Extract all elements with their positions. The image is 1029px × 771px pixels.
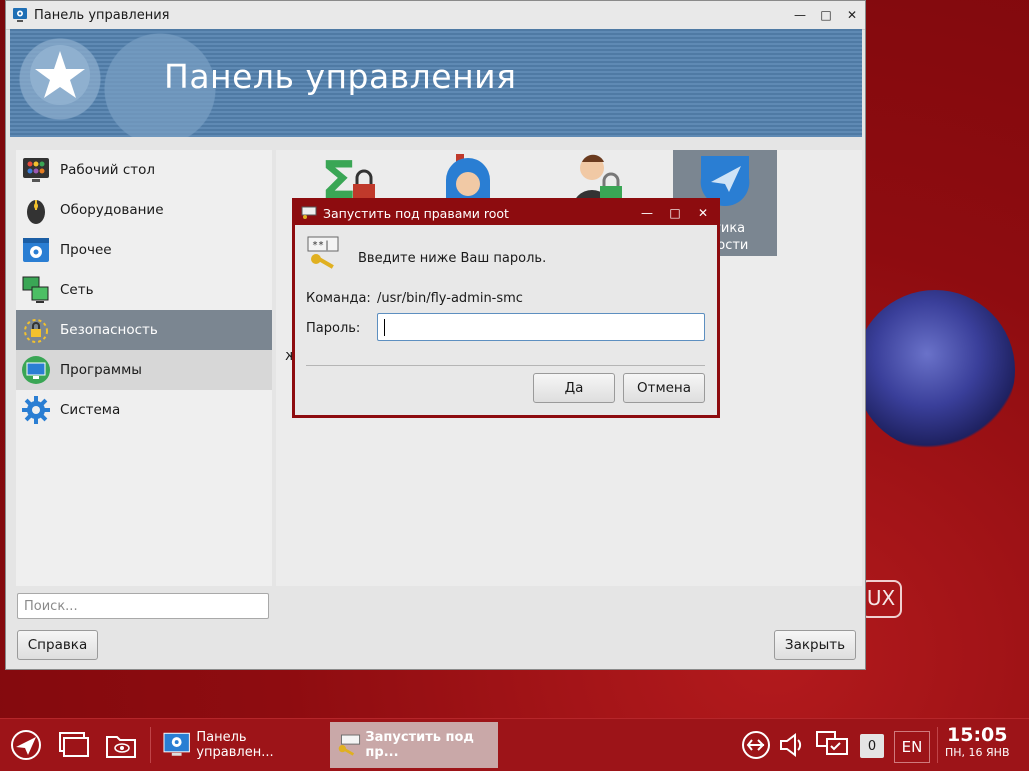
dialog-title: Запустить под правами root bbox=[323, 205, 509, 221]
network-icon bbox=[20, 274, 52, 306]
network-tray-button[interactable] bbox=[738, 727, 774, 763]
keys-icon bbox=[301, 206, 317, 219]
taskbar: Панель управлен... Запустить под пр... 0… bbox=[0, 718, 1029, 771]
help-button[interactable]: Справка bbox=[17, 630, 98, 660]
minimize-button[interactable]: — bbox=[787, 8, 813, 22]
window-titlebar[interactable]: Панель управления — □ ✕ bbox=[6, 1, 865, 30]
text-caret bbox=[384, 319, 385, 336]
sidebar-item-security[interactable]: Безопасность bbox=[16, 310, 272, 350]
header-banner: Панель управления bbox=[10, 29, 862, 137]
dialog-close-button[interactable]: ✕ bbox=[689, 206, 717, 220]
sidebar-item-label: Оборудование bbox=[60, 202, 164, 218]
dialog-minimize-button[interactable]: — bbox=[633, 206, 661, 220]
maximize-button[interactable]: □ bbox=[813, 8, 839, 22]
notifications-counter[interactable]: 0 bbox=[860, 734, 884, 758]
task-control-panel[interactable]: Панель управлен... bbox=[157, 722, 325, 768]
taskbar-separator bbox=[150, 727, 151, 763]
gear-icon bbox=[20, 394, 52, 426]
dialog-separator bbox=[306, 365, 705, 366]
sidebar-item-label: Безопасность bbox=[60, 322, 158, 338]
task-root-dialog[interactable]: Запустить под пр... bbox=[330, 722, 498, 768]
control-panel-icon bbox=[163, 732, 190, 756]
speaker-icon bbox=[780, 733, 802, 757]
command-label: Команда: bbox=[306, 291, 371, 306]
sidebar-item-desktop[interactable]: Рабочий стол bbox=[16, 150, 272, 190]
sidebar-item-label: Прочее bbox=[60, 242, 112, 258]
sidebar-item-label: Программы bbox=[60, 362, 142, 378]
desktop-icon bbox=[20, 154, 52, 186]
dialog-maximize-button[interactable]: □ bbox=[661, 206, 689, 220]
sidebar-item-label: Система bbox=[60, 402, 121, 418]
astra-star-icon bbox=[30, 45, 90, 105]
clock-date: ПН, 16 ЯНВ bbox=[945, 746, 1010, 759]
password-field[interactable] bbox=[377, 313, 705, 341]
monitors-check-icon bbox=[816, 731, 848, 755]
close-button[interactable]: Закрыть bbox=[774, 630, 856, 660]
astra-start-icon bbox=[11, 730, 41, 760]
window-title: Панель управления bbox=[34, 7, 170, 23]
start-menu-button[interactable] bbox=[8, 727, 44, 763]
banner-title: Панель управления bbox=[164, 57, 517, 96]
sidebar-item-system[interactable]: Система bbox=[16, 390, 272, 430]
password-label: Пароль: bbox=[306, 321, 361, 336]
close-window-button[interactable]: ✕ bbox=[839, 8, 865, 22]
sidebar-item-label: Рабочий стол bbox=[60, 162, 155, 178]
svg-text:**|: **| bbox=[312, 240, 330, 251]
file-manager-button[interactable] bbox=[103, 727, 139, 763]
window-gear-icon bbox=[20, 234, 52, 266]
dialog-titlebar[interactable]: Запустить под правами root — □ ✕ bbox=[295, 201, 717, 225]
command-value: /usr/bin/fly-admin-smc bbox=[377, 291, 523, 306]
windows-icon bbox=[59, 732, 89, 757]
cancel-button[interactable]: Отмена bbox=[623, 373, 705, 403]
taskbar-separator bbox=[937, 727, 938, 763]
dialog-prompt: Введите ниже Ваш пароль. bbox=[358, 251, 547, 266]
security-lock-icon bbox=[20, 314, 52, 346]
control-panel-icon bbox=[13, 8, 27, 22]
keyboard-layout-indicator[interactable]: EN bbox=[894, 731, 930, 763]
folder-eye-icon bbox=[106, 736, 136, 758]
category-sidebar: Рабочий стол Оборудование Прочее Сеть Бе… bbox=[16, 150, 272, 586]
keys-icon bbox=[338, 734, 361, 756]
sidebar-item-programs[interactable]: Программы bbox=[16, 350, 272, 390]
sidebar-item-label: Сеть bbox=[60, 282, 94, 298]
desktop-logo: UX bbox=[860, 580, 902, 618]
network-share-icon bbox=[742, 731, 770, 759]
root-password-dialog: Запустить под правами root — □ ✕ **| Вве… bbox=[292, 198, 720, 418]
sidebar-item-network[interactable]: Сеть bbox=[16, 270, 272, 310]
task-label: Панель управлен... bbox=[196, 730, 274, 760]
sidebar-item-other[interactable]: Прочее bbox=[16, 230, 272, 270]
clock-time[interactable]: 15:05 bbox=[947, 724, 1007, 746]
show-windows-button[interactable] bbox=[56, 727, 92, 763]
search-input[interactable]: Поиск... bbox=[17, 593, 269, 619]
display-tray-button[interactable] bbox=[814, 727, 850, 763]
mouse-icon bbox=[20, 194, 52, 226]
ok-button[interactable]: Да bbox=[533, 373, 615, 403]
monitor-icon bbox=[20, 354, 52, 386]
task-label: Запустить под пр... bbox=[365, 730, 474, 760]
password-keys-icon: **| bbox=[307, 236, 339, 269]
volume-button[interactable] bbox=[774, 727, 810, 763]
sidebar-item-hardware[interactable]: Оборудование bbox=[16, 190, 272, 230]
desktop-wallpaper-orb bbox=[855, 290, 1015, 450]
